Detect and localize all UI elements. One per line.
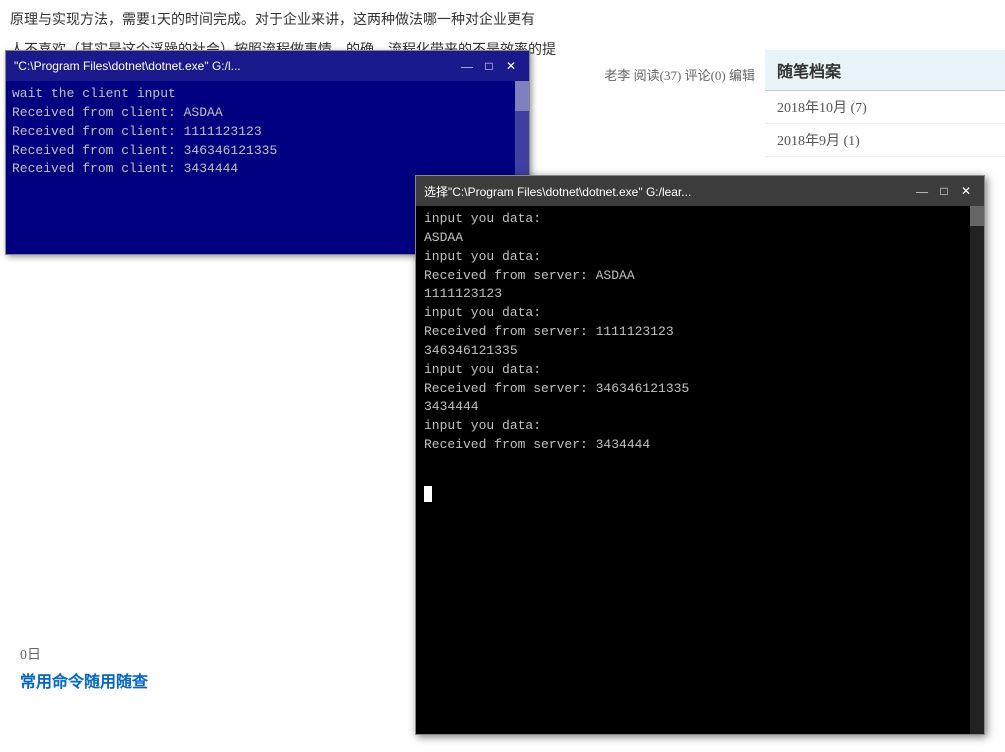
- blog-text-1: 原理与实现方法，需要1天的时间完成。对于企业来讲，这两种做法哪一种对企业更有: [10, 10, 995, 32]
- client-minimize-btn[interactable]: —: [912, 181, 932, 201]
- server-minimize-btn[interactable]: —: [457, 56, 477, 76]
- server-line: Received from client: 1111123123: [12, 123, 523, 142]
- client-output: input you data:ASDAAinput you data:Recei…: [424, 210, 976, 503]
- client-line: 1111123123: [424, 285, 976, 304]
- server-line: Received from client: ASDAA: [12, 104, 523, 123]
- server-close-btn[interactable]: ✕: [501, 56, 521, 76]
- client-line: ASDAA: [424, 229, 976, 248]
- client-line: Received from server: 1111123123: [424, 323, 976, 342]
- server-titlebar: "C:\Program Files\dotnet\dotnet.exe" G:/…: [6, 51, 529, 81]
- sidebar-item-sep[interactable]: 2018年9月 (1): [765, 124, 1005, 157]
- blog-bottom: 0日 常用命令随用随查: [0, 634, 168, 702]
- author-info: 老李 阅读(37) 评论(0) 编辑: [604, 65, 755, 84]
- server-maximize-btn[interactable]: □: [479, 56, 499, 76]
- bottom-link[interactable]: 常用命令随用随查: [20, 668, 148, 692]
- cursor: [424, 485, 976, 503]
- client-line: input you data:: [424, 248, 976, 267]
- client-line: Received from server: 3434444: [424, 436, 976, 455]
- client-body: input you data:ASDAAinput you data:Recei…: [416, 206, 984, 734]
- client-scrollbar-thumb[interactable]: [970, 206, 984, 226]
- client-close-btn[interactable]: ✕: [956, 181, 976, 201]
- client-line: 346346121335: [424, 342, 976, 361]
- client-line: input you data:: [424, 210, 976, 229]
- bottom-date: 0日: [20, 648, 41, 663]
- sidebar-title: 随笔档案: [765, 50, 1005, 91]
- client-line: input you data:: [424, 361, 976, 380]
- client-maximize-btn[interactable]: □: [934, 181, 954, 201]
- client-line: Received from server: ASDAA: [424, 267, 976, 286]
- server-scrollbar-thumb[interactable]: [515, 81, 529, 111]
- client-title-text: 选择"C:\Program Files\dotnet\dotnet.exe" G…: [424, 183, 910, 200]
- sidebar-item-oct[interactable]: 2018年10月 (7): [765, 91, 1005, 124]
- client-titlebar: 选择"C:\Program Files\dotnet\dotnet.exe" G…: [416, 176, 984, 206]
- server-line: wait the client input: [12, 85, 523, 104]
- client-scrollbar[interactable]: [970, 206, 984, 734]
- client-line: input you data:: [424, 304, 976, 323]
- client-line: input you data:: [424, 417, 976, 436]
- client-line: 3434444: [424, 398, 976, 417]
- cursor-block: [424, 486, 432, 502]
- server-title-text: "C:\Program Files\dotnet\dotnet.exe" G:/…: [14, 59, 455, 73]
- client-window: 选择"C:\Program Files\dotnet\dotnet.exe" G…: [415, 175, 985, 735]
- sidebar: 随笔档案 2018年10月 (7) 2018年9月 (1): [765, 50, 1005, 157]
- server-line: Received from client: 346346121335: [12, 142, 523, 161]
- server-output: wait the client inputReceived from clien…: [12, 85, 523, 179]
- client-line: Received from server: 346346121335: [424, 380, 976, 399]
